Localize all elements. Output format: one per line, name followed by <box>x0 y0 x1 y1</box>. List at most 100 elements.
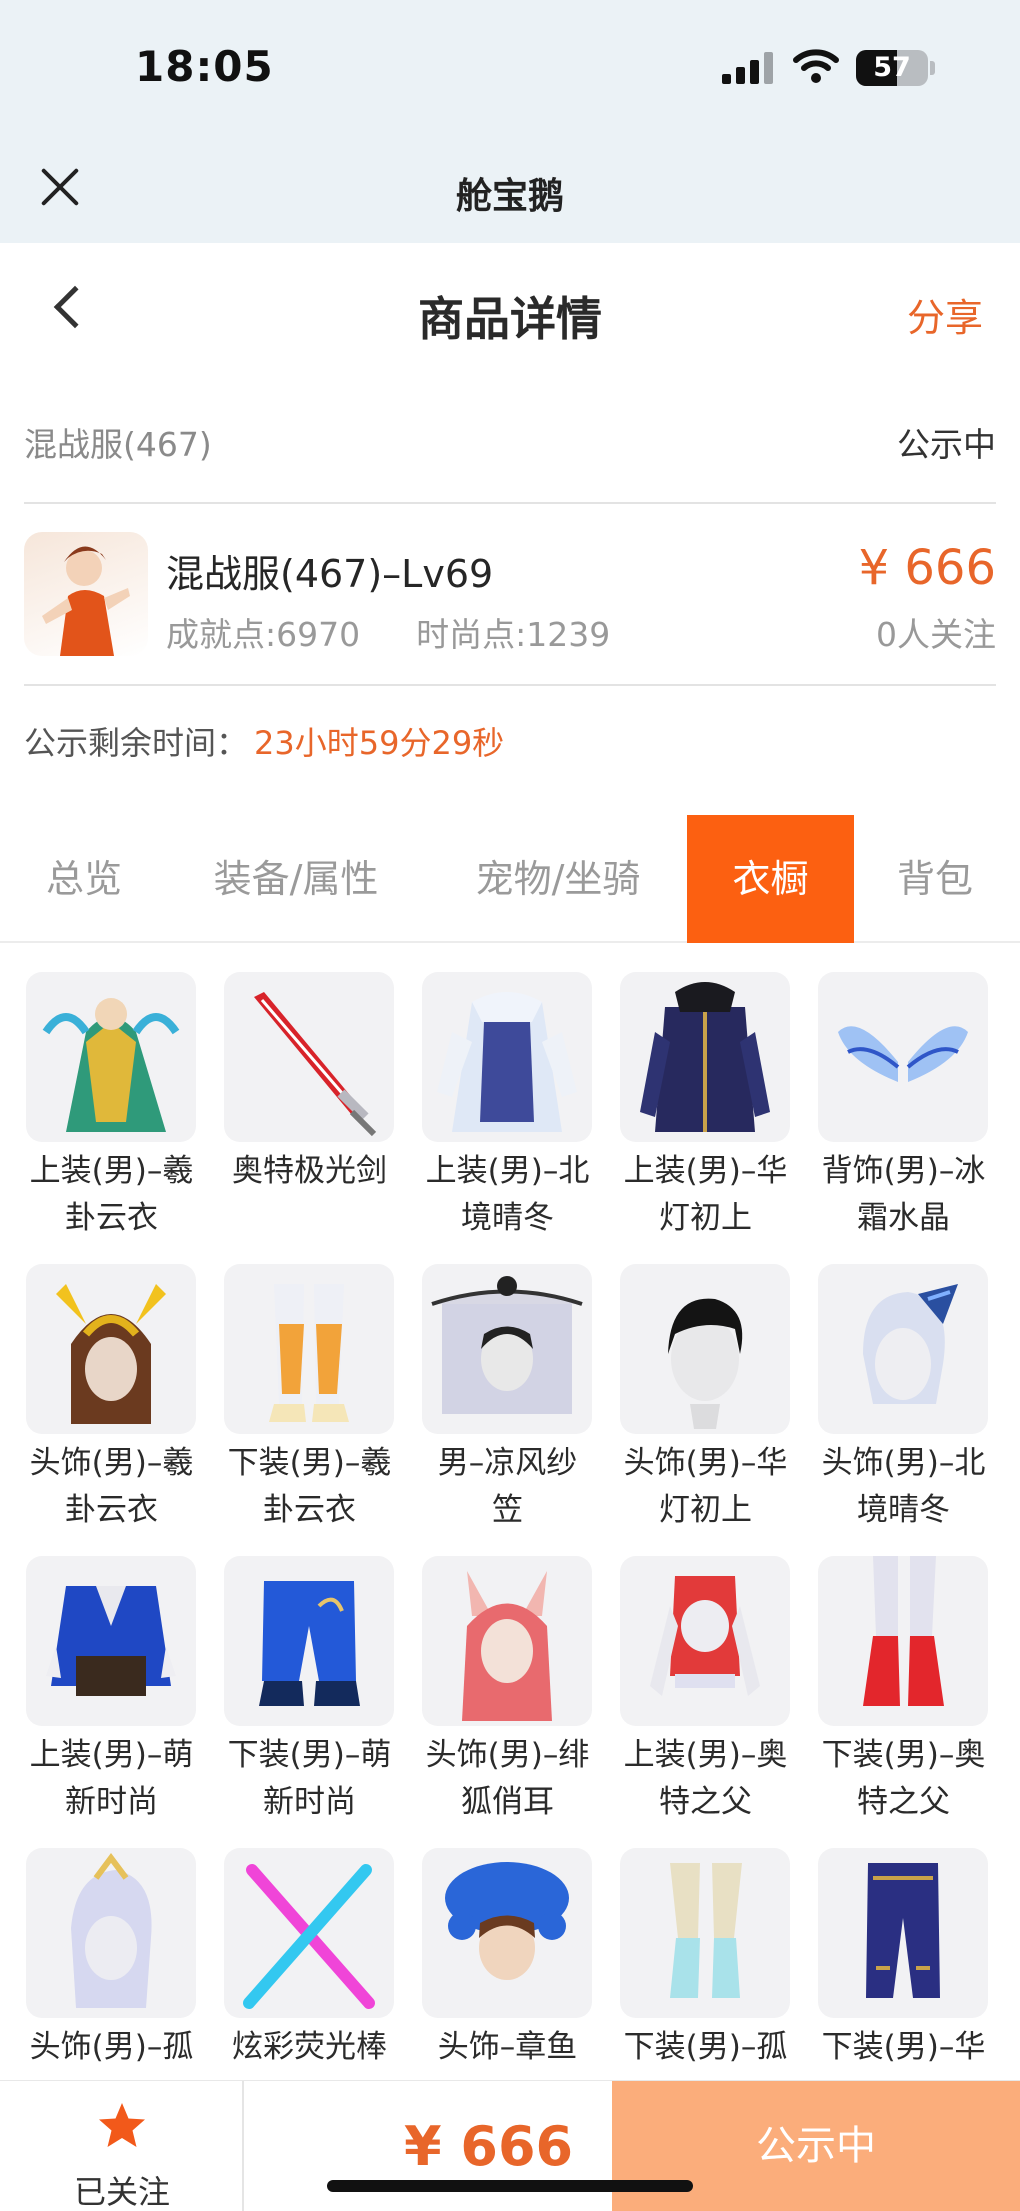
item-thumbnail <box>620 972 790 1142</box>
item-thumbnail <box>818 1848 988 2018</box>
divider <box>24 502 996 504</box>
character-avatar <box>24 532 148 656</box>
item-name-line1: 背饰(男)–冰 <box>821 1153 986 1189</box>
item-thumbnail <box>224 1848 394 2018</box>
bottom-price: ¥ 666 <box>404 2115 574 2178</box>
item-thumbnail <box>224 1264 394 1434</box>
character-stats: 成就点:6970 时尚点:1239 <box>166 608 666 656</box>
wardrobe-item[interactable]: 头饰(男)–羲 卦云衣 <box>24 1262 199 1552</box>
item-name-line2: 新时尚 <box>65 1784 158 1820</box>
item-price: ¥ 666 <box>858 540 996 596</box>
server-row: 混战服(467) 公示中 <box>24 418 996 468</box>
item-name-line2: 特之父 <box>659 1784 752 1820</box>
follow-button[interactable]: 已关注 <box>0 2081 244 2211</box>
item-name-line1: 头饰(男)–绯 <box>425 1737 590 1773</box>
item-name-line2: 新时尚 <box>263 1784 356 1820</box>
item-name-line1: 上装(男)–北 <box>425 1153 590 1189</box>
item-name-line1: 炫彩荧光棒 <box>232 2029 387 2065</box>
wardrobe-item[interactable]: 上装(男)–奥 特之父 <box>618 1554 793 1844</box>
server-name: 混战服(467) <box>24 425 212 464</box>
tab-equipment[interactable]: 装备/属性 <box>186 815 406 943</box>
item-name-line1: 下装(男)–孤 <box>623 2029 788 2065</box>
item-thumbnail <box>422 1848 592 2018</box>
item-name-line2: 卦云衣 <box>65 1200 158 1236</box>
battery-icon: 57 <box>856 50 928 86</box>
battery-tip <box>930 61 935 75</box>
tab-bar: 总览 装备/属性 宠物/坐骑 衣橱 背包 <box>0 815 1020 943</box>
item-name-line2: 狐俏耳 <box>461 1784 554 1820</box>
tab-bag[interactable]: 背包 <box>870 815 1000 943</box>
follow-label: 已关注 <box>73 2173 170 2211</box>
item-name-line1: 上装(男)–萌 <box>29 1737 194 1773</box>
item-name-line1: 下装(男)–羲 <box>227 1445 392 1481</box>
tab-pets-mounts[interactable]: 宠物/坐骑 <box>438 815 678 943</box>
remaining-time-row: 公示剩余时间： 23小时59分29秒 <box>24 718 504 764</box>
item-thumbnail <box>818 1556 988 1726</box>
star-icon <box>99 2103 145 2147</box>
home-indicator <box>327 2180 693 2192</box>
item-name-line1: 头饰(男)–孤 <box>29 2029 194 2065</box>
wardrobe-item[interactable]: 男–凉风纱笠 <box>420 1262 595 1552</box>
item-name-line1: 下装(男)–华 <box>821 2029 986 2065</box>
wardrobe-item[interactable]: 上装(男)–华 灯初上 <box>618 970 793 1260</box>
wifi-icon <box>793 49 839 83</box>
fashion-points: 时尚点:1239 <box>416 615 611 654</box>
item-name-line1: 头饰–章鱼 <box>437 2029 578 2065</box>
wardrobe-item[interactable]: 上装(男)–羲 卦云衣 <box>24 970 199 1260</box>
tab-wardrobe[interactable]: 衣橱 <box>687 815 854 943</box>
wardrobe-item[interactable]: 奥特极光剑 <box>222 970 397 1260</box>
item-name-line1: 上装(男)–华 <box>623 1153 788 1189</box>
item-name-line1: 头饰(男)–华 <box>623 1445 788 1481</box>
remaining-time-label: 公示剩余时间： <box>24 724 249 762</box>
item-name-line1: 上装(男)–羲 <box>29 1153 194 1189</box>
wardrobe-item[interactable]: 背饰(男)–冰 霜水晶 <box>816 970 991 1260</box>
item-thumbnail <box>224 1556 394 1726</box>
item-name-line1: 上装(男)–奥 <box>623 1737 788 1773</box>
item-name-line1: 奥特极光剑 <box>232 1153 387 1189</box>
item-thumbnail <box>26 1556 196 1726</box>
page-title: 商品详情 <box>418 292 602 346</box>
item-thumbnail <box>818 972 988 1142</box>
item-name-line1: 头饰(男)–北 <box>821 1445 986 1481</box>
item-name-line2: 卦云衣 <box>65 1492 158 1528</box>
server-status: 公示中 <box>897 425 996 464</box>
item-name-line2: 灯初上 <box>659 1200 752 1236</box>
item-thumbnail <box>422 1264 592 1434</box>
item-name-line2: 笠 <box>492 1492 523 1528</box>
miniprogram-title: 舱宝鹅 <box>455 176 564 217</box>
item-thumbnail <box>422 1556 592 1726</box>
item-name-line2: 霜水晶 <box>857 1200 950 1236</box>
battery-level: 57 <box>873 52 911 83</box>
item-thumbnail <box>422 972 592 1142</box>
item-name-line1: 头饰(男)–羲 <box>29 1445 194 1481</box>
share-button[interactable]: 分享 <box>907 287 983 342</box>
item-name-line1: 下装(男)–萌 <box>227 1737 392 1773</box>
wardrobe-item[interactable]: 上装(男)–北 境晴冬 <box>420 970 595 1260</box>
item-name-line2: 特之父 <box>857 1784 950 1820</box>
status-time: 18:05 <box>135 42 274 91</box>
item-thumbnail <box>26 1848 196 2018</box>
item-thumbnail <box>26 972 196 1142</box>
item-thumbnail <box>620 1556 790 1726</box>
wardrobe-item[interactable]: 下装(男)–萌 新时尚 <box>222 1554 397 1844</box>
item-name-line1: 男–凉风纱 <box>437 1445 578 1481</box>
item-thumbnail <box>224 972 394 1142</box>
achievement-points: 成就点:6970 <box>166 615 361 654</box>
tab-overview[interactable]: 总览 <box>12 815 156 943</box>
item-name-line2: 卦云衣 <box>263 1492 356 1528</box>
wardrobe-item[interactable]: 头饰(男)–绯 狐俏耳 <box>420 1554 595 1844</box>
item-name-line2: 境晴冬 <box>857 1492 950 1528</box>
signal-icon <box>722 52 774 84</box>
wardrobe-item[interactable]: 头饰(男)–北 境晴冬 <box>816 1262 991 1552</box>
item-thumbnail <box>26 1264 196 1434</box>
remaining-time-value: 23小时59分29秒 <box>254 724 505 762</box>
item-thumbnail <box>620 1848 790 2018</box>
wardrobe-item[interactable]: 头饰(男)–华 灯初上 <box>618 1262 793 1552</box>
wardrobe-item[interactable]: 下装(男)–羲 卦云衣 <box>222 1262 397 1552</box>
divider <box>24 684 996 686</box>
character-name: 混战服(467)–Lv69 <box>166 552 494 596</box>
wardrobe-item[interactable]: 下装(男)–奥 特之父 <box>816 1554 991 1844</box>
item-thumbnail <box>620 1264 790 1434</box>
wardrobe-item[interactable]: 上装(男)–萌 新时尚 <box>24 1554 199 1844</box>
item-name-line1: 下装(男)–奥 <box>821 1737 986 1773</box>
